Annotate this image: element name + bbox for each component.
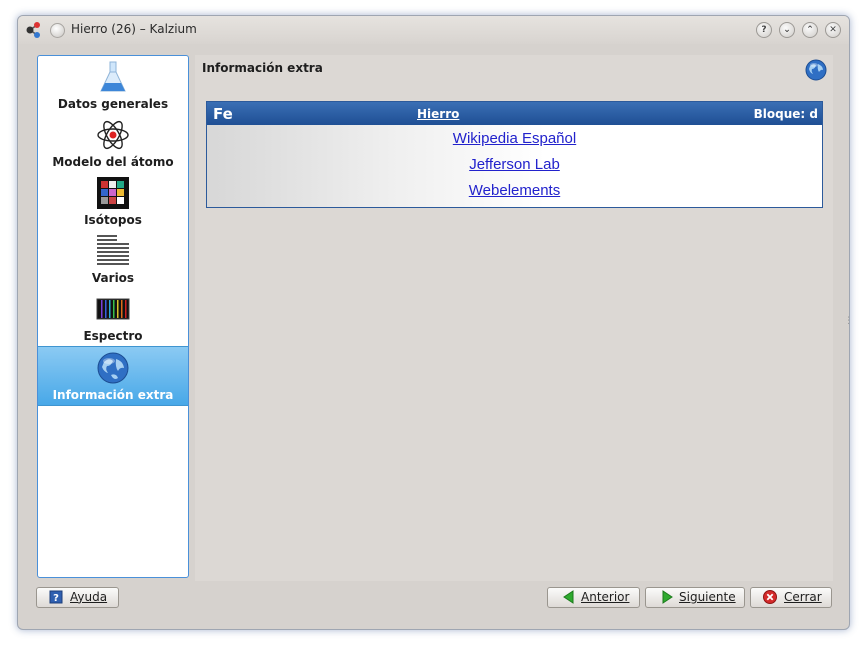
help-button[interactable]: ? Ayuda [36, 587, 119, 608]
sidebar-item-label: Datos generales [57, 97, 169, 111]
link-wikipedia[interactable]: Wikipedia Español [207, 130, 822, 147]
kalzium-dialog-window: Hierro (26) – Kalzium ? ⌄ ⌃ ✕ Datos gene… [17, 15, 850, 630]
sidebar-item-label: Espectro [83, 329, 143, 343]
element-symbol: Fe [213, 105, 233, 123]
arrow-right-icon [662, 590, 673, 604]
element-block: Bloque: d [753, 107, 818, 121]
help-question-icon[interactable]: ? [756, 22, 772, 38]
sidebar-item-espectro[interactable]: Espectro [38, 288, 188, 346]
sidebar: Datos generales Modelo del átomo Isótopo… [37, 55, 189, 578]
maximize-chevron-up-icon[interactable]: ⌃ [802, 22, 818, 38]
links-list: Wikipedia Español Jefferson Lab Webeleme… [207, 125, 822, 207]
main-content-panel: Información extra Fe Hierro Bloque: d Wi… [195, 55, 833, 581]
title-bar[interactable]: Hierro (26) – Kalzium ? ⌄ ⌃ ✕ [18, 16, 849, 44]
help-button-label: Ayuda [70, 590, 108, 604]
sidebar-item-informacion-extra[interactable]: Información extra [38, 346, 188, 406]
element-name-link[interactable]: Hierro [417, 107, 459, 121]
link-webelements[interactable]: Webelements [207, 182, 822, 199]
window-menu-button[interactable] [50, 23, 65, 38]
element-info-card: Fe Hierro Bloque: d Wikipedia Español Je… [206, 101, 823, 208]
close-x-icon[interactable]: ✕ [825, 22, 841, 38]
arrow-left-icon [563, 590, 574, 604]
close-button-label: Cerrar [784, 590, 822, 604]
sidebar-item-label: Isótopos [84, 213, 142, 227]
sidebar-item-datos-generales[interactable]: Datos generales [38, 56, 188, 114]
link-jefferson-lab[interactable]: Jefferson Lab [207, 156, 822, 173]
spectrum-icon [96, 298, 130, 320]
page-title: Información extra [202, 61, 323, 75]
isotope-grid-icon [97, 177, 129, 209]
kalzium-app-icon[interactable] [25, 21, 43, 39]
previous-button[interactable]: Anterior [547, 587, 640, 608]
misc-lines-icon [97, 235, 129, 267]
svg-text:?: ? [53, 593, 59, 604]
sidebar-item-varios[interactable]: Varios [38, 230, 188, 288]
resize-grip[interactable]: ⋮ [844, 316, 849, 328]
help-book-icon: ? [49, 590, 63, 604]
next-button[interactable]: Siguiente [645, 587, 745, 608]
element-header: Fe Hierro Bloque: d [207, 102, 822, 125]
next-button-label: Siguiente [679, 590, 736, 604]
sidebar-item-modelo-del-atomo[interactable]: Modelo del átomo [38, 114, 188, 172]
sidebar-item-label: Varios [91, 271, 135, 285]
sidebar-item-label: Información extra [52, 388, 174, 402]
window-title: Hierro (26) – Kalzium [71, 22, 197, 36]
flask-icon [100, 61, 126, 92]
minimize-chevron-down-icon[interactable]: ⌄ [779, 22, 795, 38]
previous-button-label: Anterior [581, 590, 630, 604]
atom-icon [97, 120, 129, 150]
close-button[interactable]: Cerrar [750, 587, 832, 608]
close-circle-icon [763, 590, 777, 604]
sidebar-item-isotopos[interactable]: Isótopos [38, 172, 188, 230]
sidebar-item-label: Modelo del átomo [52, 155, 174, 169]
globe-icon [805, 59, 827, 81]
globe-icon [97, 352, 129, 384]
